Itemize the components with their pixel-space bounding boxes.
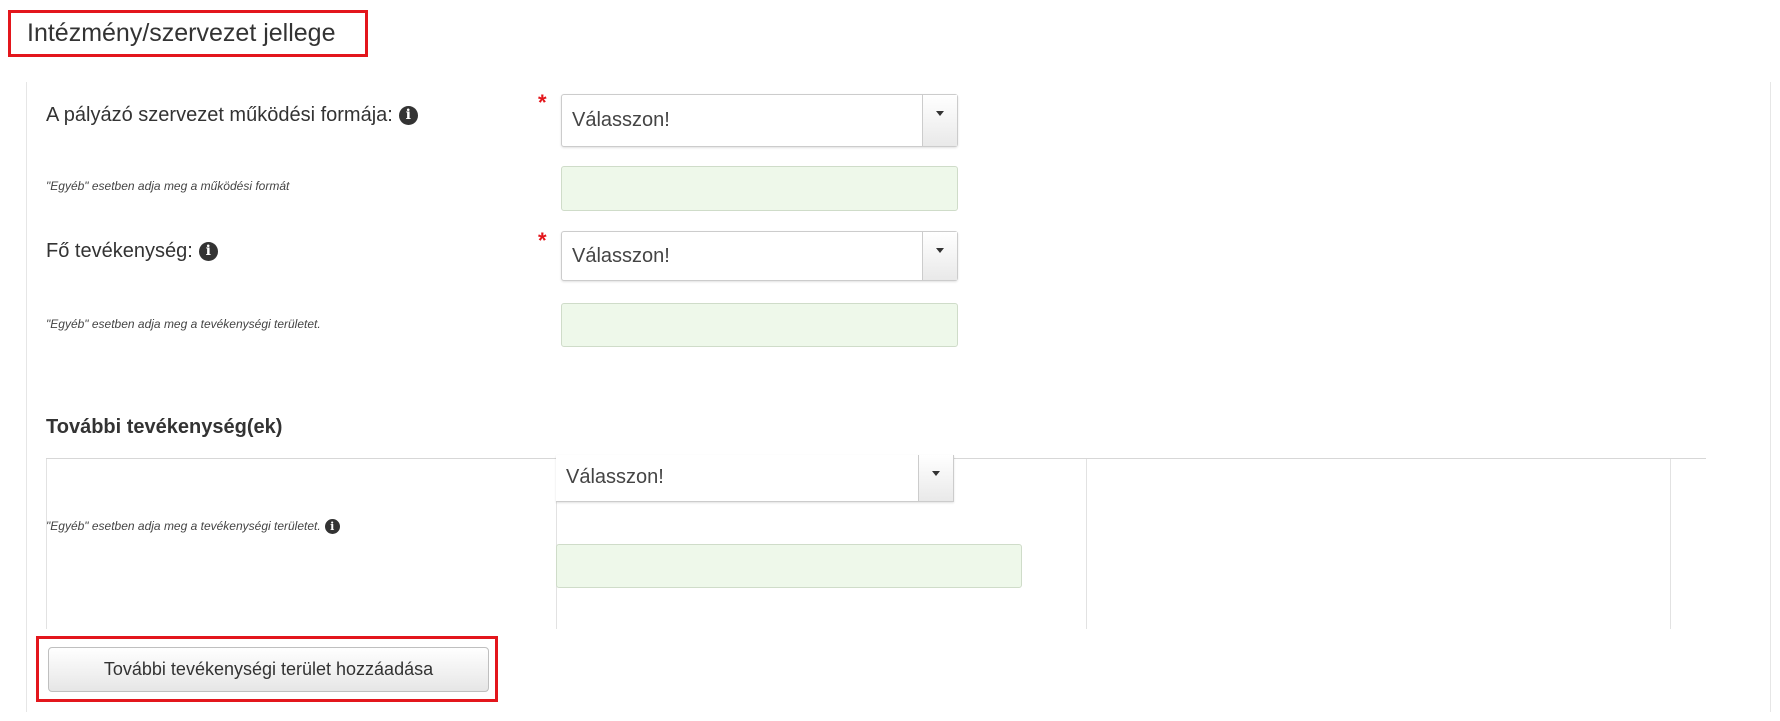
- caret-down-icon[interactable]: [922, 232, 957, 280]
- required-marker: *: [538, 90, 547, 115]
- additional-activity-hint: "Egyéb" esetben adja meg a tevékenységi …: [46, 519, 340, 535]
- table-column-divider: [1086, 459, 1087, 629]
- additional-activity-select[interactable]: Válasszon!: [556, 455, 954, 502]
- operating-form-label-text: A pályázó szervezet működési formája:: [46, 104, 393, 126]
- add-activity-button[interactable]: További tevékenységi terület hozzáadása: [48, 647, 489, 692]
- section-title-text: Intézmény/szervezet jellege: [27, 19, 336, 47]
- main-activity-other-input[interactable]: [561, 303, 958, 347]
- main-activity-other-hint: "Egyéb" esetben adja meg a tevékenységi …: [46, 317, 321, 331]
- main-activity-select[interactable]: Válasszon!: [561, 231, 958, 281]
- additional-activity-hint-text: "Egyéb" esetben adja meg a tevékenységi …: [46, 519, 321, 533]
- info-circle-icon[interactable]: i: [324, 519, 340, 535]
- info-circle-icon[interactable]: i: [398, 106, 418, 126]
- additional-activity-other-input[interactable]: [556, 544, 1022, 588]
- info-circle-icon[interactable]: i: [198, 242, 218, 262]
- section-title: Intézmény/szervezet jellege: [8, 10, 368, 57]
- caret-down-icon[interactable]: [918, 455, 953, 501]
- operating-form-other-hint: "Egyéb" esetben adja meg a működési form…: [46, 179, 290, 193]
- operating-form-label: A pályázó szervezet működési formája: i: [46, 104, 418, 127]
- caret-down-icon[interactable]: [922, 95, 957, 146]
- required-marker: *: [538, 228, 547, 253]
- main-activity-label-text: Fő tevékenység:: [46, 240, 193, 262]
- operating-form-other-input[interactable]: [561, 166, 958, 211]
- main-activity-label: Fő tevékenység: i: [46, 240, 218, 263]
- additional-activity-select-value: Válasszon!: [566, 466, 664, 488]
- additional-activities-heading: További tevékenység(ek): [46, 416, 283, 438]
- operating-form-select[interactable]: Válasszon!: [561, 94, 958, 147]
- table-column-divider: [1670, 459, 1671, 629]
- table-column-divider: [46, 459, 47, 629]
- operating-form-select-value: Válasszon!: [572, 109, 670, 131]
- main-activity-select-value: Válasszon!: [572, 245, 670, 267]
